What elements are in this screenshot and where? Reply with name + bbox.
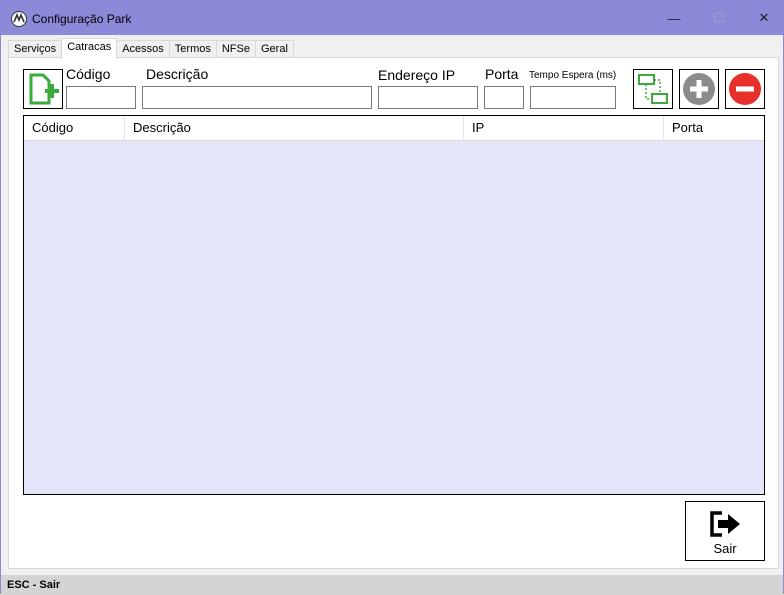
window-title: Configuração Park (32, 12, 132, 26)
new-document-icon (29, 73, 59, 105)
catracas-grid[interactable]: Código Descrição IP Porta (23, 115, 765, 495)
tab-geral[interactable]: Geral (254, 40, 294, 58)
sair-button[interactable]: Sair (685, 501, 765, 561)
minimize-button[interactable]: — (651, 1, 697, 35)
minus-circle-icon (729, 73, 761, 105)
config-window: Configuração Park — ☐ ✕ Serviços Catraca… (0, 0, 784, 595)
column-header-descricao[interactable]: Descrição (125, 116, 464, 141)
plus-circle-icon (683, 73, 715, 105)
endereco-ip-field[interactable] (378, 86, 478, 109)
porta-label: Porta (485, 66, 519, 82)
column-header-codigo[interactable]: Código (24, 116, 125, 141)
tab-strip: Serviços Catracas Acessos Termos NFSe Ge… (8, 38, 294, 59)
tab-servicos[interactable]: Serviços (8, 40, 63, 58)
column-header-ip[interactable]: IP (464, 116, 664, 141)
descricao-label: Descrição (146, 66, 209, 82)
sair-label: Sair (713, 541, 737, 556)
column-header-porta[interactable]: Porta (664, 116, 764, 141)
porta-field[interactable] (484, 86, 524, 109)
new-record-button[interactable] (23, 69, 63, 109)
add-button[interactable] (679, 69, 719, 109)
app-logo-icon (11, 11, 27, 27)
status-bar: ESC - Sair (1, 575, 783, 595)
link-records-button[interactable] (633, 69, 673, 109)
endereco-ip-label: Endereço IP (378, 67, 456, 83)
linked-records-icon (638, 74, 668, 104)
codigo-label: Código (66, 66, 111, 82)
exit-arrow-icon (710, 511, 740, 537)
status-text: ESC - Sair (7, 579, 61, 591)
codigo-field[interactable] (66, 86, 136, 109)
tab-catracas[interactable]: Catracas (61, 38, 118, 59)
tab-acessos[interactable]: Acessos (116, 40, 170, 58)
close-button[interactable]: ✕ (741, 1, 784, 35)
tempo-espera-label: Tempo Espera (ms) (529, 70, 617, 81)
tempo-espera-field[interactable] (530, 86, 616, 109)
grid-header: Código Descrição IP Porta (24, 116, 764, 141)
descricao-field[interactable] (142, 86, 372, 109)
remove-button[interactable] (725, 69, 765, 109)
title-bar[interactable]: Configuração Park — ☐ ✕ (1, 1, 783, 35)
tab-nfse[interactable]: NFSe (215, 40, 256, 58)
maximize-button[interactable]: ☐ (696, 1, 742, 35)
tab-termos[interactable]: Termos (168, 40, 217, 58)
